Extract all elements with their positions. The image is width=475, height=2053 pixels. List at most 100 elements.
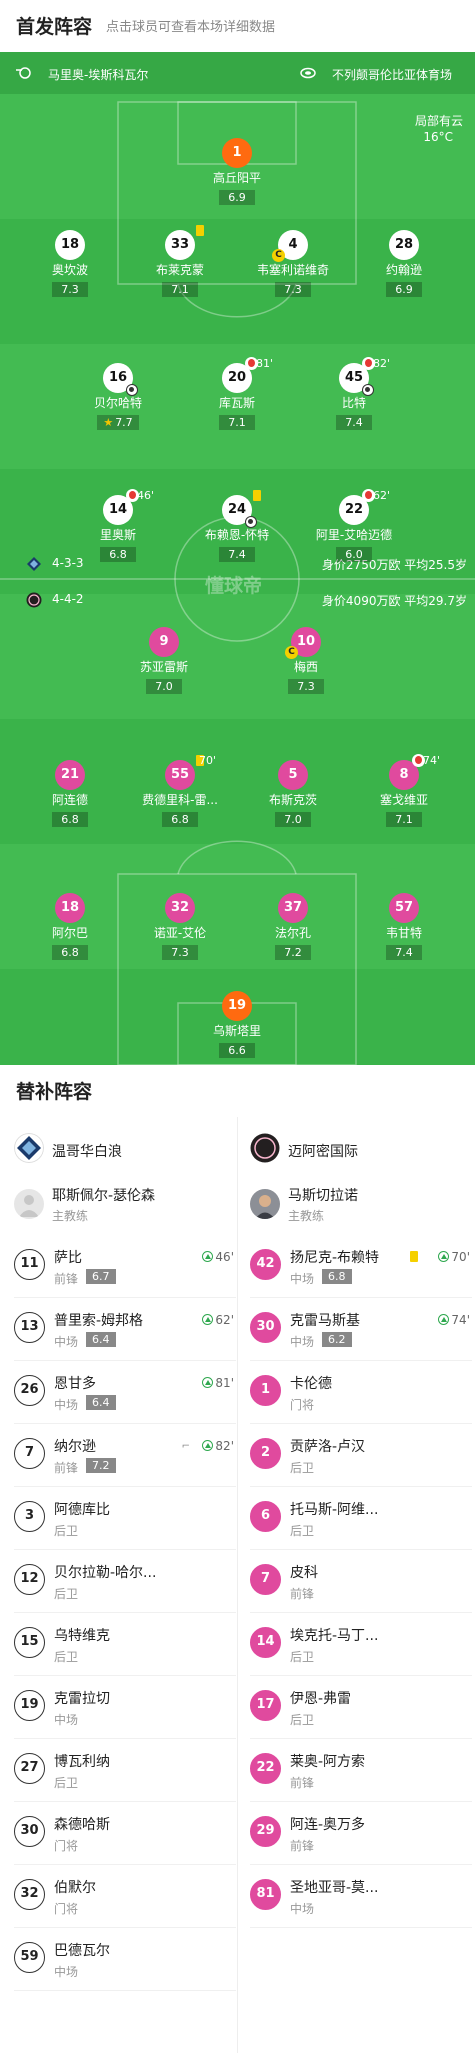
vancouver-logo-icon [14,1133,44,1163]
sub-number: 7 [14,1438,45,1469]
home-sub-item[interactable]: 7 纳尔逊 前锋 7.2 ⌐ 82' [14,1424,236,1487]
away-coach[interactable]: 马斯切拉诺 主教练 [250,1185,460,1235]
home-player[interactable]: 24 布赖恩-怀特 7.4 [189,490,285,562]
away-player[interactable]: 57 韦甘特 7.4 [356,893,452,960]
home-sub-item[interactable]: 27 博瓦利纳 后卫 [14,1739,236,1802]
player-rating: 6.0 [336,547,372,562]
home-player[interactable]: 4 C 韦塞利诺维奇 7.3 [245,230,341,297]
player-rating: 7.2 [275,945,311,960]
away-player[interactable]: 55 70' 费德里科-雷... 6.8 [132,754,228,827]
sub-name: 克雷拉切 [54,1691,110,1707]
home-player[interactable]: 45 82' 比特 7.4 [306,357,402,430]
player-name: 贝尔哈特 [93,396,142,410]
player-rating: 6.6 [219,1043,255,1058]
home-team-header[interactable]: 温哥华白浪 [14,1131,224,1171]
away-player[interactable]: 19 乌斯塔里 6.6 [189,991,285,1058]
away-sub-item[interactable]: 2 贡萨洛-卢汉 后卫 [250,1424,472,1487]
home-player[interactable]: 28 约翰逊 6.9 [356,230,452,297]
player-name: 奥坎波 [51,263,88,277]
sub-on-arrow-icon [202,1314,214,1325]
player-name: 阿尔巴 [51,926,88,940]
player-rating: 6.8 [100,547,136,562]
away-player[interactable]: 21 阿连德 6.8 [22,760,118,827]
player-rating-value: 7.1 [171,283,189,296]
home-sub-item[interactable]: 59 巴德瓦尔 中场 [14,1928,236,1991]
away-player[interactable]: 37 法尔孔 7.2 [245,893,341,960]
player-rating-value: 7.1 [228,416,246,429]
player-name: 韦塞利诺维奇 [256,263,329,277]
player-name: 苏亚雷斯 [139,660,188,674]
home-player[interactable]: 1 高丘阳平 6.9 [189,138,285,205]
player-name: 比特 [341,396,366,410]
away-player[interactable]: 18 阿尔巴 6.8 [22,893,118,960]
sub-name: 伊恩-弗雷 [290,1691,352,1707]
away-sub-item[interactable]: 29 阿连-奥万多 前锋 [250,1802,472,1865]
sub-name: 克雷马斯基 [290,1313,360,1329]
sub-name: 萨比 [54,1250,82,1266]
home-sub-item[interactable]: 32 伯默尔 门将 [14,1865,236,1928]
sub-number: 13 [14,1312,45,1343]
sub-on-minute: 82' [215,1439,234,1453]
home-player[interactable]: 18 奥坎波 7.3 [22,230,118,297]
sub-on-arrow-icon [202,1440,214,1451]
away-sub-item[interactable]: 6 托马斯-阿维... 后卫 [250,1487,472,1550]
away-player[interactable]: 5 布斯克茨 7.0 [245,760,341,827]
player-name: 布赖恩-怀特 [204,528,270,542]
sub-number: 27 [14,1753,45,1784]
player-badges: C [272,230,308,262]
home-sub-item[interactable]: 26 恩甘多 中场 6.4 81' [14,1361,236,1424]
home-player[interactable]: 14 46' 里奥斯 6.8 [70,489,166,562]
home-sub-item[interactable]: 15 乌特维克 后卫 [14,1613,236,1676]
home-coach[interactable]: 耶斯佩尔-瑟伦森 主教练 [14,1185,224,1235]
player-badges: 46' [103,489,154,525]
home-player[interactable]: 33 布莱克蒙 7.1 [132,225,228,297]
sub-name: 恩甘多 [54,1376,96,1392]
player-badges [103,363,138,396]
player-rating-value: 6.0 [345,548,363,561]
sub-on-time: 74' [438,1313,470,1327]
sub-number: 26 [14,1375,45,1406]
player-name: 费德里科-雷... [142,793,218,807]
player-name: 韦甘特 [385,926,422,940]
player-badges [165,893,195,923]
home-player[interactable]: 20 81' 库瓦斯 7.1 [189,357,285,430]
home-sub-item[interactable]: 30 森德哈斯 门将 [14,1802,236,1865]
away-sub-item[interactable]: 17 伊恩-弗雷 后卫 [250,1676,472,1739]
away-sub-item[interactable]: 22 莱奥-阿方索 前锋 [250,1739,472,1802]
home-sub-item[interactable]: 12 贝尔拉勒-哈尔... 后卫 [14,1550,236,1613]
sub-name: 圣地亚哥-莫... [290,1880,379,1896]
assist-icon [362,384,374,396]
away-player[interactable]: 10 C 梅西 7.3 [258,627,354,694]
home-sub-item[interactable]: 11 萨比 前锋 6.7 46' [14,1235,236,1298]
player-badges: 82' [339,357,390,396]
away-sub-item[interactable]: 1 卡伦德 门将 [250,1361,472,1424]
away-player[interactable]: 32 诺亚-艾伦 7.3 [132,893,228,960]
away-team-header[interactable]: 迈阿密国际 [250,1131,460,1171]
away-sub-item[interactable]: 42 扬尼克-布赖特 中场 6.8 70' [250,1235,472,1298]
player-rating-value: 7.3 [297,680,315,693]
coach-avatar-placeholder-icon [14,1189,44,1219]
player-rating-value: 6.6 [228,1044,246,1057]
away-player[interactable]: 9 苏亚雷斯 7.0 [116,627,212,694]
sub-rating: 6.4 [86,1332,116,1347]
sub-name: 贝尔拉勒-哈尔... [54,1565,157,1581]
home-sub-item[interactable]: 19 克雷拉切 中场 [14,1676,236,1739]
home-player[interactable]: 16 贝尔哈特 ★ 7.7 [70,363,166,430]
player-badges: C [285,627,321,659]
sub-name: 皮科 [290,1565,318,1581]
home-sub-item[interactable]: 3 阿德库比 后卫 [14,1487,236,1550]
home-sub-item[interactable]: 13 普里索-姆邦格 中场 6.4 62' [14,1298,236,1361]
home-player[interactable]: 22 62' 阿里-艾哈迈德 6.0 [306,489,402,562]
sub-number: 11 [14,1249,45,1280]
goal-ball-icon [126,384,138,396]
away-sub-item[interactable]: 14 埃克托-马丁... 后卫 [250,1613,472,1676]
player-rating-value: 7.3 [284,283,302,296]
home-team-name: 温哥华白浪 [52,1144,122,1160]
away-sub-item[interactable]: 7 皮科 前锋 [250,1550,472,1613]
substitutes-section: 替补阵容 温哥华白浪 迈阿密国际 耶斯佩尔-瑟伦森 主教练 马斯切拉诺 主教练 … [0,1065,475,2053]
away-sub-item[interactable]: 30 克雷马斯基 中场 6.2 74' [250,1298,472,1361]
player-rating-value: 6.8 [61,946,79,959]
away-sub-item[interactable]: 81 圣地亚哥-莫... 中场 [250,1865,472,1928]
player-name: 法尔孔 [274,926,311,940]
away-player[interactable]: 8 74' 塞戈维亚 7.1 [356,754,452,827]
